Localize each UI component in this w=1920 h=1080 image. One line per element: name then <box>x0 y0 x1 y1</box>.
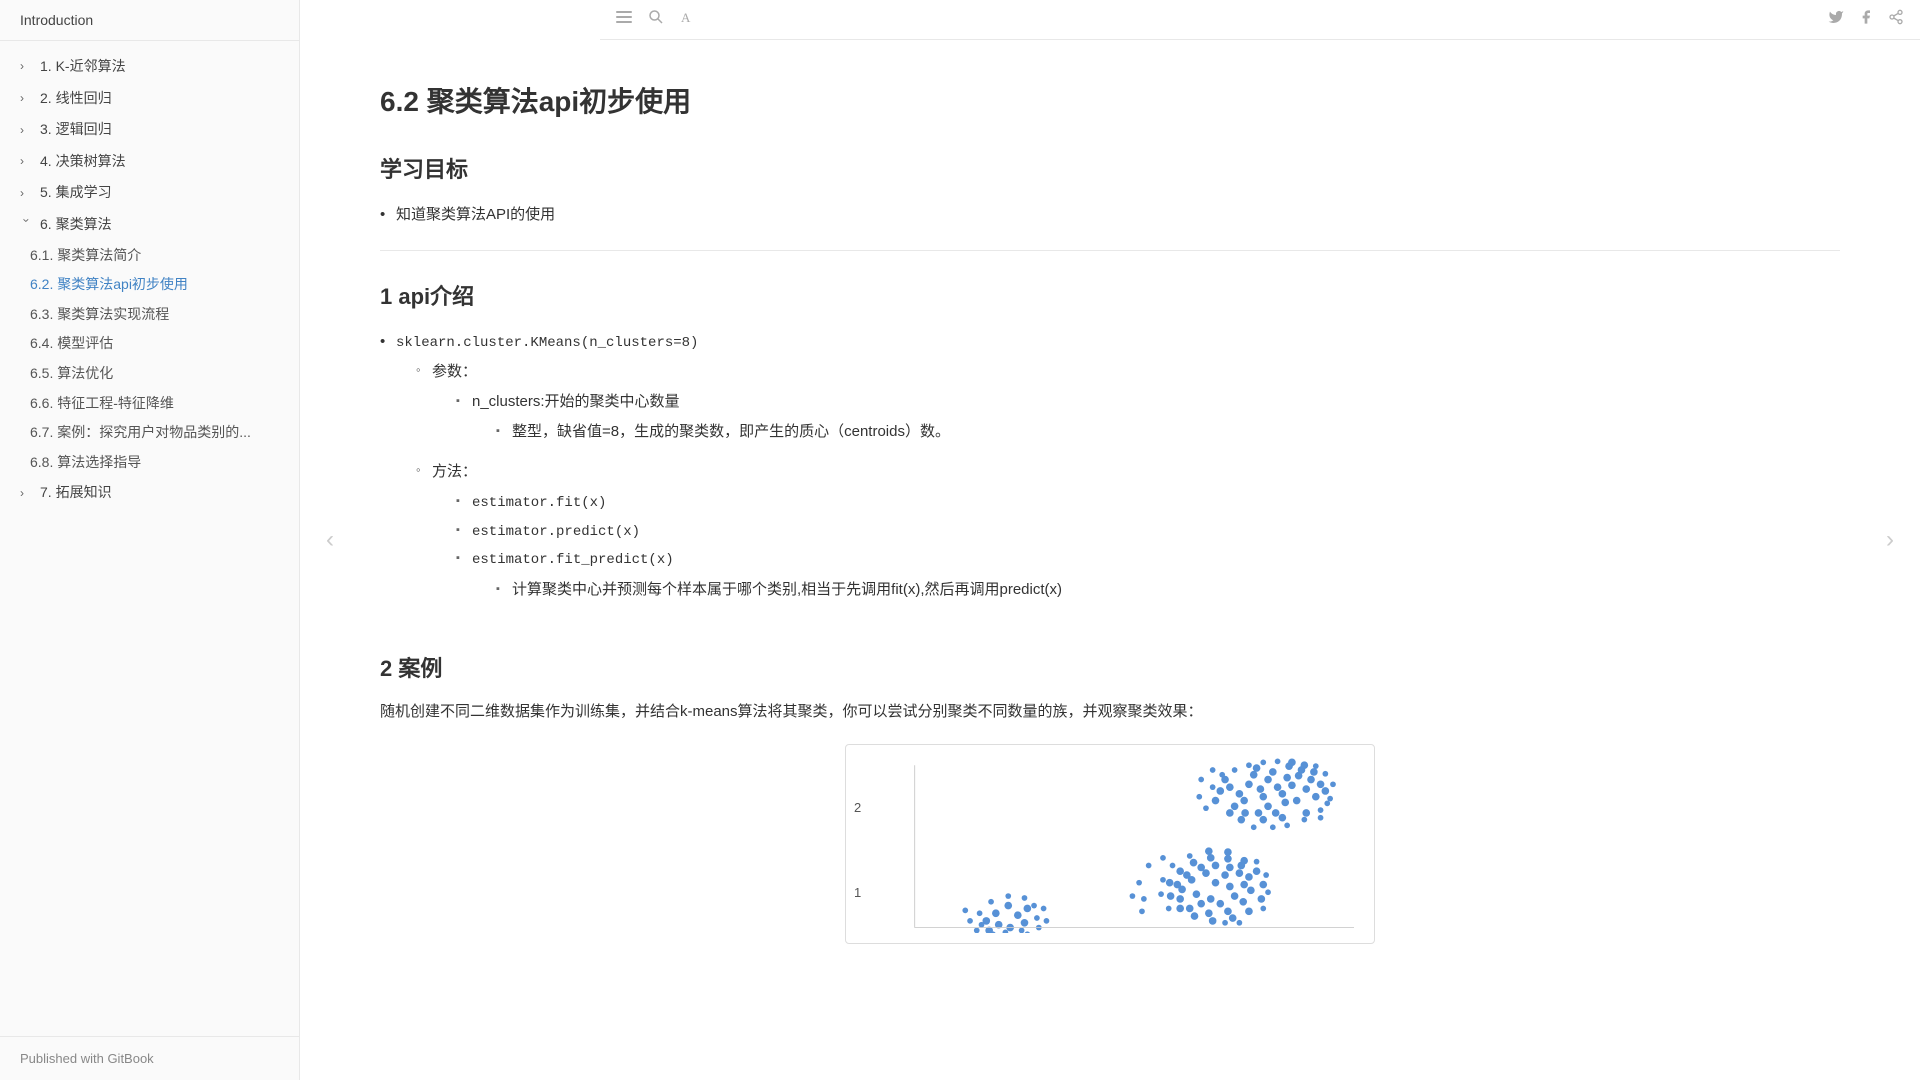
toolbar-right <box>1828 9 1904 30</box>
chevron-right-icon: › <box>20 153 32 170</box>
sidebar-footer: Published with GitBook <box>0 1036 299 1080</box>
svg-text:A: A <box>681 10 691 25</box>
scatter-chart: 2 1 <box>845 744 1375 944</box>
introduction-label: Introduction <box>20 12 93 28</box>
param-n-clusters: n_clusters:开始的聚类中心数量 整型，缺省值=8，生成的聚类数，即产生… <box>456 388 1840 452</box>
scatter-plot-svg <box>886 755 1354 933</box>
sidebar-subitem-label: 6.2. 聚类算法api初步使用 <box>30 275 188 295</box>
sidebar-item-c6-2[interactable]: 6.2. 聚类算法api初步使用 <box>0 270 299 300</box>
page-title: 6.2 聚类算法api初步使用 <box>380 80 1840 120</box>
chevron-down-icon: › <box>18 219 35 231</box>
list-item: 知道聚类算法API的使用 <box>380 200 1840 230</box>
sidebar-item-logic[interactable]: › 3. 逻辑回归 <box>0 114 299 146</box>
sidebar-subitem-label: 6.8. 算法选择指导 <box>30 453 141 473</box>
sidebar-item-c6-1[interactable]: 6.1. 聚类算法简介 <box>0 241 299 271</box>
learning-goals-list: 知道聚类算法API的使用 <box>380 200 1840 230</box>
param-detail: 整型，缺省值=8，生成的聚类数，即产生的质心（centroids）数。 <box>496 418 1840 446</box>
sidebar-subitem-label: 6.5. 算法优化 <box>30 364 113 384</box>
menu-icon[interactable] <box>616 9 632 30</box>
section-learning-goals-title: 学习目标 <box>380 152 1840 184</box>
sidebar-item-tree[interactable]: › 4. 决策树算法 <box>0 146 299 178</box>
sidebar: Introduction › 1. K-近邻算法 › 2. 线性回归 › 3. … <box>0 0 300 1080</box>
sidebar-item-clustering[interactable]: › 6. 聚类算法 <box>0 209 299 241</box>
sidebar-item-c6-3[interactable]: 6.3. 聚类算法实现流程 <box>0 300 299 330</box>
sidebar-item-c6-4[interactable]: 6.4. 模型评估 <box>0 329 299 359</box>
sidebar-subitem-label: 6.3. 聚类算法实现流程 <box>30 305 169 325</box>
chevron-right-icon: › <box>20 122 32 139</box>
share-icon[interactable] <box>1888 9 1904 30</box>
sidebar-subitem-label: 6.1. 聚类算法简介 <box>30 246 141 266</box>
next-page-arrow[interactable]: › <box>1870 510 1910 570</box>
method-predict: estimator.predict(x) <box>456 517 1840 545</box>
sidebar-subitem-label: 6.4. 模型评估 <box>30 334 113 354</box>
sidebar-item-c6-6[interactable]: 6.6. 特征工程-特征降维 <box>0 389 299 419</box>
sidebar-nav: › 1. K-近邻算法 › 2. 线性回归 › 3. 逻辑回归 › 4. 决策树… <box>0 41 299 1036</box>
sidebar-subitem-label: 6.6. 特征工程-特征降维 <box>30 394 174 414</box>
method-label: 方法： estimator.fit(x) estimator.predict(x… <box>416 458 1840 615</box>
chevron-right-icon: › <box>20 58 32 75</box>
sidebar-item-label: 3. 逻辑回归 <box>40 120 279 140</box>
sidebar-item-extension[interactable]: › 7. 拓展知识 <box>0 477 299 509</box>
sidebar-item-label: 4. 决策树算法 <box>40 152 279 172</box>
method-detail: 计算聚类中心并预测每个样本属于哪个类别,相当于先调用fit(x),然后再调用pr… <box>496 576 1840 604</box>
method-fit-predict: estimator.fit_predict(x) 计算聚类中心并预测每个样本属于… <box>456 545 1840 609</box>
list-item-api: sklearn.cluster.KMeans(n_clusters=8) 参数：… <box>380 327 1840 623</box>
param-label: 参数： n_clusters:开始的聚类中心数量 整型，缺省值=8，生成的聚类数… <box>416 358 1840 458</box>
api-list: sklearn.cluster.KMeans(n_clusters=8) 参数：… <box>380 327 1840 623</box>
sidebar-item-c6-7[interactable]: 6.7. 案例：探究用户对物品类别的... <box>0 418 299 448</box>
section-api-title: 1 api介绍 <box>380 279 1840 311</box>
toolbar-left: A <box>616 9 696 30</box>
font-icon[interactable]: A <box>680 9 696 30</box>
sidebar-item-knn[interactable]: › 1. K-近邻算法 <box>0 51 299 83</box>
facebook-icon[interactable] <box>1858 9 1874 30</box>
section-case-title: 2 案例 <box>380 651 1840 683</box>
y-axis-label-1: 1 <box>854 885 861 900</box>
sidebar-item-c6-5[interactable]: 6.5. 算法优化 <box>0 359 299 389</box>
divider <box>380 250 1840 251</box>
sidebar-item-linear[interactable]: › 2. 线性回归 <box>0 83 299 115</box>
case-description: 随机创建不同二维数据集作为训练集，并结合k-means算法将其聚类，你可以尝试分… <box>380 699 1840 725</box>
sidebar-introduction[interactable]: Introduction <box>0 0 299 41</box>
twitter-icon[interactable] <box>1828 9 1844 30</box>
sidebar-item-label: 2. 线性回归 <box>40 89 279 109</box>
prev-page-arrow[interactable]: ‹ <box>310 510 350 570</box>
sidebar-item-label: 5. 集成学习 <box>40 183 279 203</box>
y-axis-label-2: 2 <box>854 800 861 815</box>
chevron-right-icon: › <box>20 485 32 502</box>
sidebar-item-label: 1. K-近邻算法 <box>40 57 279 77</box>
chevron-right-icon: › <box>20 185 32 202</box>
sidebar-subitem-label: 6.7. 案例：探究用户对物品类别的... <box>30 423 251 443</box>
sidebar-item-c6-8[interactable]: 6.8. 算法选择指导 <box>0 448 299 478</box>
sidebar-item-label: 6. 聚类算法 <box>40 215 279 235</box>
method-fit: estimator.fit(x) <box>456 488 1840 516</box>
main-content: 6.2 聚类算法api初步使用 学习目标 知道聚类算法API的使用 1 api介… <box>300 40 1920 1080</box>
toolbar: A <box>600 0 1920 40</box>
sidebar-item-label: 7. 拓展知识 <box>40 483 279 503</box>
search-icon[interactable] <box>648 9 664 30</box>
chevron-right-icon: › <box>20 90 32 107</box>
sidebar-item-ensemble[interactable]: › 5. 集成学习 <box>0 177 299 209</box>
